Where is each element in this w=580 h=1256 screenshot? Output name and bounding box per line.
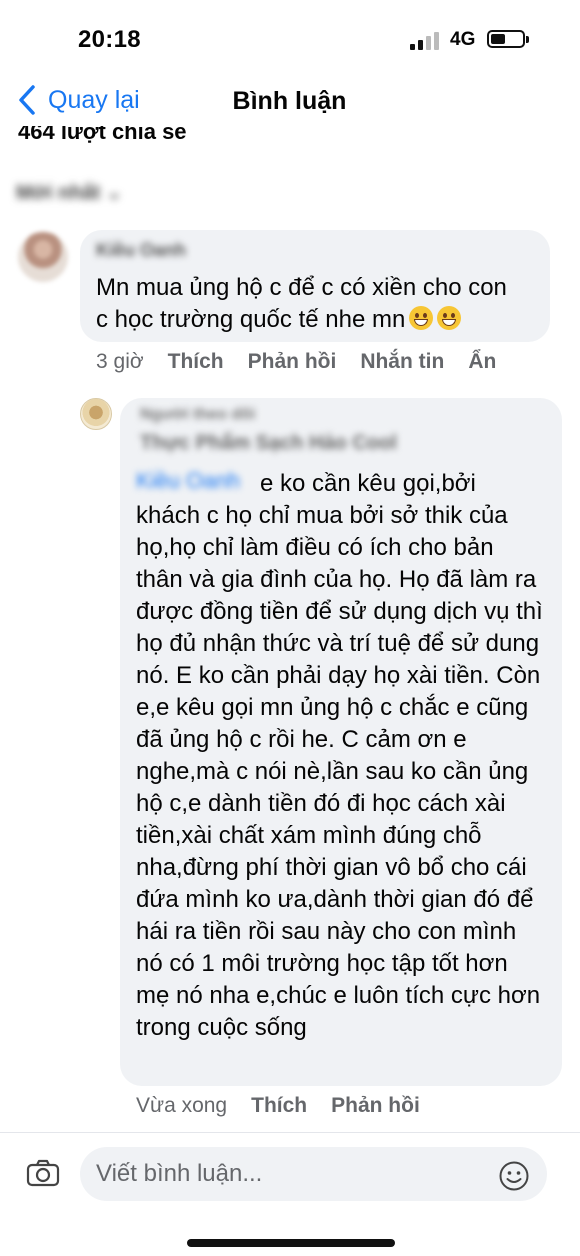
like-button[interactable]: Thích <box>168 350 224 374</box>
like-button[interactable]: Thích <box>251 1094 307 1118</box>
smiley-icon[interactable] <box>498 1160 530 1192</box>
sort-dropdown[interactable]: Mới nhất ⌄ <box>16 180 123 205</box>
avatar[interactable] <box>18 232 68 282</box>
comment-time: 3 giờ <box>96 350 144 373</box>
status-time: 20:18 <box>78 26 141 53</box>
camera-icon[interactable] <box>26 1159 60 1187</box>
grinning-emoji-icon <box>437 306 462 330</box>
battery-icon <box>487 30 525 48</box>
home-indicator[interactable] <box>187 1239 395 1247</box>
reply-text: e ko cần kêu gọi,bởi khách c họ chỉ mua … <box>136 470 543 1041</box>
message-button[interactable]: Nhắn tin <box>360 350 444 374</box>
grinning-emoji-icon <box>409 306 434 330</box>
reply-actions: Vừa xong Thích Phản hồi <box>136 1094 444 1118</box>
page-title: Bình luận <box>232 87 347 115</box>
reply-author[interactable]: Thực Phẩm Sạch Hảo Cool <box>140 432 397 455</box>
comment-author[interactable]: Kiều Oanh <box>96 240 186 261</box>
battery-tip <box>526 36 529 43</box>
network-label: 4G <box>450 29 476 50</box>
status-bar: 20:18 4G <box>0 0 580 80</box>
navigation-bar: Quay lại Bình luận <box>0 78 580 128</box>
comment-composer <box>0 1132 580 1256</box>
comments-screen: 20:18 4G Quay lại Bình luận 464 lượt chi… <box>0 0 580 1256</box>
reply-time: Vừa xong <box>136 1094 228 1117</box>
avatar[interactable] <box>80 398 112 430</box>
reply-button[interactable]: Phản hồi <box>248 350 337 374</box>
hide-button[interactable]: Ẩn <box>468 350 496 374</box>
author-badge: Người theo dõi <box>140 406 256 423</box>
reply-button[interactable]: Phản hồi <box>331 1094 420 1118</box>
shares-count[interactable]: 464 lượt chia sẻ <box>18 126 187 148</box>
signal-icon <box>410 30 442 50</box>
comment-input[interactable] <box>80 1147 547 1201</box>
comment-text: Mn mua ủng hộ c để c có xiền cho con c h… <box>96 274 507 333</box>
comment-actions: 3 giờ Thích Phản hồi Nhắn tin Ẩn <box>96 350 520 374</box>
